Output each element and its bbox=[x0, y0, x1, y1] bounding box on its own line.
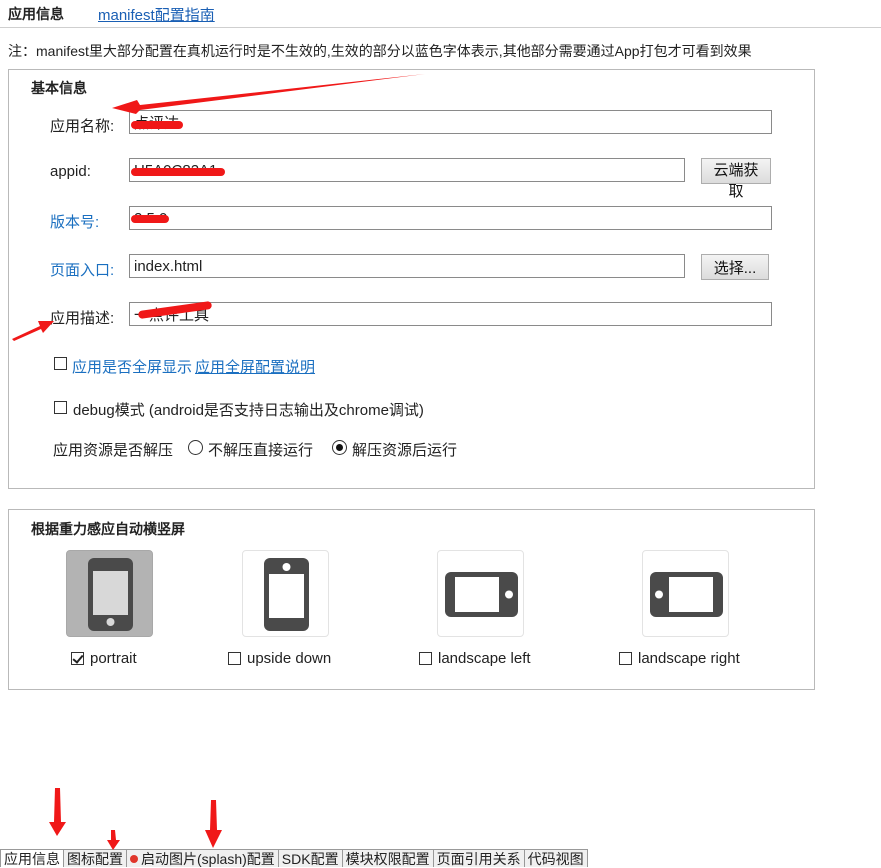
cloud-fetch-button[interactable]: 云端获取 bbox=[701, 158, 771, 200]
tab-sdk-config[interactable]: SDK配置 bbox=[277, 849, 343, 867]
fullscreen-checkbox[interactable] bbox=[54, 357, 67, 370]
orientation-tile-landscape-left[interactable] bbox=[437, 550, 524, 637]
tab-app-info-label: 应用信息 bbox=[4, 851, 60, 867]
radio-no-unpack-label[interactable]: 不解压直接运行 bbox=[208, 439, 313, 460]
tab-splash-config[interactable]: 启动图片(splash)配置 bbox=[126, 849, 279, 867]
orientation-tile-upside-down[interactable] bbox=[242, 550, 329, 637]
landscape-right-label[interactable]: landscape right bbox=[638, 650, 740, 667]
phone-landscape-right-icon bbox=[650, 572, 723, 617]
phone-upside-down-icon bbox=[264, 558, 309, 631]
landscape-right-checkbox[interactable] bbox=[619, 652, 632, 665]
redaction-mark bbox=[131, 168, 225, 176]
appid-label: appid: bbox=[50, 163, 91, 180]
unpack-label: 应用资源是否解压 bbox=[53, 442, 174, 459]
orientation-title: 根据重力感应自动横竖屏 bbox=[31, 521, 185, 537]
error-icon bbox=[130, 855, 138, 863]
upside-down-label[interactable]: upside down bbox=[247, 650, 331, 667]
landscape-left-checkbox[interactable] bbox=[419, 652, 432, 665]
annotation-arrow-icon bbox=[49, 788, 66, 836]
entry-page-label: 页面入口: bbox=[50, 262, 115, 279]
portrait-label[interactable]: portrait bbox=[90, 650, 137, 667]
fullscreen-label[interactable]: 应用是否全屏显示 bbox=[72, 356, 192, 377]
phone-portrait-icon bbox=[88, 558, 133, 631]
tab-module-permissions-label: 模块权限配置 bbox=[345, 851, 430, 867]
portrait-checkbox[interactable] bbox=[71, 652, 84, 665]
description-input[interactable] bbox=[129, 302, 772, 326]
page-title: 应用信息 bbox=[8, 6, 64, 22]
landscape-left-label[interactable]: landscape left bbox=[438, 650, 531, 667]
manifest-guide-link[interactable]: manifest配置指南 bbox=[98, 4, 215, 25]
redaction-mark bbox=[131, 121, 183, 129]
radio-unpack-label[interactable]: 解压资源后运行 bbox=[352, 439, 457, 460]
tab-page-references-label: 页面引用关系 bbox=[436, 851, 521, 867]
tab-app-info[interactable]: 应用信息 bbox=[0, 849, 64, 867]
tab-splash-config-label: 启动图片(splash)配置 bbox=[141, 851, 275, 867]
tab-icon-config-label: 图标配置 bbox=[67, 851, 123, 867]
phone-landscape-left-icon bbox=[445, 572, 518, 617]
annotation-arrow-icon bbox=[107, 830, 120, 850]
description-label: 应用描述: bbox=[50, 310, 115, 327]
choose-entry-button[interactable]: 选择... bbox=[701, 254, 769, 280]
tab-sdk-config-label: SDK配置 bbox=[281, 851, 339, 867]
tab-module-permissions[interactable]: 模块权限配置 bbox=[341, 849, 434, 867]
header-divider bbox=[0, 27, 881, 28]
tab-page-references[interactable]: 页面引用关系 bbox=[432, 849, 525, 867]
entry-page-input[interactable] bbox=[129, 254, 685, 278]
radio-no-unpack[interactable] bbox=[188, 440, 203, 455]
debug-label: debug模式 (android是否支持日志输出及chrome调试) bbox=[73, 402, 424, 419]
tab-code-view-label: 代码视图 bbox=[527, 851, 584, 867]
basic-info-title: 基本信息 bbox=[31, 80, 87, 96]
version-label: 版本号: bbox=[50, 214, 100, 231]
fullscreen-help-link[interactable]: 应用全屏配置说明 bbox=[195, 356, 315, 377]
radio-unpack[interactable] bbox=[332, 440, 347, 455]
app-name-label: 应用名称: bbox=[50, 118, 115, 135]
tab-icon-config[interactable]: 图标配置 bbox=[63, 849, 127, 867]
manifest-note: 注：manifest里大部分配置在真机运行时是不生效的,生效的部分以蓝色字体表示… bbox=[8, 43, 752, 59]
orientation-tile-portrait[interactable] bbox=[66, 550, 153, 637]
app-name-input[interactable] bbox=[129, 110, 772, 134]
annotation-arrow-icon bbox=[205, 800, 222, 848]
orientation-tile-landscape-right[interactable] bbox=[642, 550, 729, 637]
upside-down-checkbox[interactable] bbox=[228, 652, 241, 665]
debug-checkbox[interactable] bbox=[54, 401, 67, 414]
version-input[interactable] bbox=[129, 206, 772, 230]
editor-tab-bar: 应用信息 图标配置 启动图片(splash)配置 SDK配置 模块权限配置 页面… bbox=[0, 849, 588, 867]
tab-code-view[interactable]: 代码视图 bbox=[523, 849, 588, 867]
redaction-mark bbox=[131, 215, 169, 223]
